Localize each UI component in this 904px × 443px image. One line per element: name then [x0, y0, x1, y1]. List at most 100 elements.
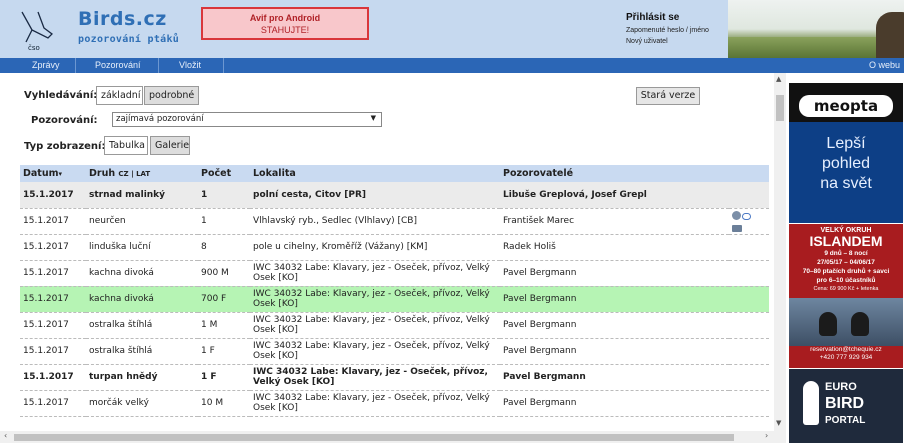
cell-species[interactable]: ostralka štíhlá [86, 312, 198, 339]
cell-count: 1 F [198, 364, 250, 391]
view-table-button[interactable]: Tabulka [104, 136, 148, 155]
table-row[interactable]: 15.1.2017 strnad malinký 1 polní cesta, Cit… [20, 182, 769, 209]
cell-observers: Pavel Bergmann [500, 338, 729, 365]
ad-eurobirdportal[interactable]: EURO BIRD PORTAL [789, 369, 903, 443]
view-type-label: Typ zobrazení: [24, 141, 106, 152]
cell-observers: Pavel Bergmann [500, 286, 729, 313]
forgot-password-link[interactable]: Zapomenuté heslo / jméno [626, 27, 709, 34]
ad-iceland-contact: reservation@tchequie.cz +420 777 929 934 [789, 346, 903, 362]
old-version-button[interactable]: Stará verze [636, 87, 700, 105]
column-header-locality[interactable]: Lokalita [250, 165, 500, 182]
ad-iceland-puffin-photo [789, 298, 903, 346]
cell-count: 10 M [198, 390, 250, 417]
nav-item-news[interactable]: Zprávy [32, 60, 60, 70]
cell-locality[interactable]: pole u cihelny, Kroměříž (Vážany) [KM] [250, 234, 500, 261]
cell-locality[interactable]: polní cesta, Citov [PR] [250, 182, 500, 209]
cell-observers: František Marec [500, 208, 729, 235]
nav-divider [75, 58, 76, 73]
cell-observers: Pavel Bergmann [500, 364, 729, 391]
meopta-slogan-line: na svět [820, 175, 872, 192]
column-header-species-label: Druh [89, 168, 116, 179]
table-row[interactable]: 15.1.2017 linduška luční 8 pole u cihelny, … [20, 234, 769, 261]
table-header-row: Datum▾ Druh CZ | LAT Počet Lokalita Pozo… [20, 165, 769, 182]
table-row[interactable]: 15.1.2017 morčák velký 10 M IWC 34032 Labe:… [20, 390, 769, 417]
cell-species[interactable]: strnad malinký [86, 182, 198, 209]
table-row[interactable]: 15.1.2017 kachna divoká 900 M IWC 34032 Lab… [20, 260, 769, 287]
ad-iceland-price: Cena: 69 900 Kč + letenka [813, 286, 879, 292]
cell-locality[interactable]: IWC 34032 Labe: Klavary, jez - Oseček, p… [250, 260, 500, 287]
table-row[interactable]: 15.1.2017 ostralka štíhlá 1 F IWC 34032 Lab… [20, 338, 769, 365]
cell-date: 15.1.2017 [20, 364, 86, 391]
column-header-species[interactable]: Druh CZ | LAT [86, 165, 198, 182]
sort-desc-icon: ▾ [58, 170, 63, 178]
cell-species[interactable]: neurčen [86, 208, 198, 235]
horizontal-scrollbar[interactable]: ‹ › [0, 431, 786, 443]
scroll-right-icon[interactable]: › [765, 431, 768, 440]
dropdown-arrow-icon: ▼ [370, 114, 376, 122]
scroll-left-icon[interactable]: ‹ [4, 431, 7, 440]
column-header-date[interactable]: Datum▾ [20, 165, 86, 182]
cell-actions [729, 312, 769, 339]
ad-iceland-tour[interactable]: VELKÝ OKRUH ISLANDEM 9 dnů – 8 nocí 27/0… [789, 224, 903, 368]
eurobird-word: EURO [825, 381, 857, 393]
observations-table-body: 15.1.2017 strnad malinký 1 polní cesta, Cit… [20, 182, 769, 417]
column-header-date-label: Datum [23, 168, 59, 179]
cell-date: 15.1.2017 [20, 208, 86, 235]
nav-item-about[interactable]: O webu [869, 60, 900, 70]
cell-date: 15.1.2017 [20, 234, 86, 261]
cell-observers: Libuše Greplová, Josef Grepl [500, 182, 729, 209]
cell-locality[interactable]: IWC 34032 Labe: Klavary, jez - Oseček, p… [250, 390, 500, 417]
cell-count: 1 [198, 182, 250, 209]
cell-date: 15.1.2017 [20, 182, 86, 209]
cell-species[interactable]: linduška luční [86, 234, 198, 261]
cell-species[interactable]: ostralka štíhlá [86, 338, 198, 365]
cell-locality[interactable]: IWC 34032 Labe: Klavary, jez - Oseček, p… [250, 364, 500, 391]
nav-divider [223, 58, 224, 73]
cell-actions [729, 390, 769, 417]
column-header-actions [729, 165, 769, 182]
cell-locality[interactable]: IWC 34032 Labe: Klavary, jez - Oseček, p… [250, 286, 500, 313]
cell-species[interactable]: kachna divoká [86, 286, 198, 313]
scrollbar-thumb[interactable] [14, 434, 734, 441]
ad-meopta[interactable]: meopta Lepší pohled na svět [789, 83, 903, 223]
avif-android-banner[interactable]: Avif pro Android STAHUJTE! [201, 7, 369, 40]
cell-count: 1 M [198, 312, 250, 339]
cell-species[interactable]: morčák velký [86, 390, 198, 417]
cell-actions [729, 364, 769, 391]
cell-species[interactable]: kachna divoká [86, 260, 198, 287]
vertical-scrollbar[interactable]: ▲ ▼ [774, 73, 786, 431]
user-icon[interactable] [732, 210, 741, 220]
site-title[interactable]: Birds.cz [78, 8, 167, 30]
nav-item-observations[interactable]: Pozorování [95, 60, 141, 70]
cell-observers: Pavel Bergmann [500, 390, 729, 417]
nav-item-insert[interactable]: Vložit [179, 60, 201, 70]
scroll-up-icon[interactable]: ▲ [776, 75, 781, 83]
table-row[interactable]: 15.1.2017 turpan hnědý 1 F IWC 34032 Labe: … [20, 364, 769, 391]
observations-filter-select[interactable]: zajímavá pozorování ▼ [112, 112, 382, 127]
tab-advanced-search[interactable]: podrobné [144, 86, 199, 105]
cell-species[interactable]: turpan hnědý [86, 364, 198, 391]
photo-icon[interactable] [732, 224, 742, 232]
species-language-toggle[interactable]: CZ | LAT [118, 170, 150, 178]
new-user-link[interactable]: Nový uživatel [626, 38, 709, 45]
nav-divider [158, 58, 159, 73]
scroll-down-icon[interactable]: ▼ [776, 419, 781, 427]
cell-locality[interactable]: Vlhlavský ryb., Sedlec (Vlhlavy) [CB] [250, 208, 500, 235]
observations-filter-label: Pozorování: [31, 115, 98, 126]
column-header-count[interactable]: Počet [198, 165, 250, 182]
login-link[interactable]: Přihlásit se [626, 12, 709, 23]
table-row[interactable]: 15.1.2017 neurčen 1 Vlhlavský ryb., Sedlec … [20, 208, 769, 235]
cell-locality[interactable]: IWC 34032 Labe: Klavary, jez - Oseček, p… [250, 312, 500, 339]
tab-basic-search[interactable]: základní [96, 86, 143, 105]
comment-icon[interactable] [742, 212, 751, 220]
table-row[interactable]: 15.1.2017 ostralka štíhlá 1 M IWC 34032 Lab… [20, 312, 769, 339]
cell-actions [729, 182, 769, 209]
ad-iceland-phone: +420 777 929 934 [819, 354, 873, 361]
table-row[interactable]: 15.1.2017 kachna divoká 700 F IWC 34032 Lab… [20, 286, 769, 313]
cell-locality[interactable]: IWC 34032 Labe: Klavary, jez - Oseček, p… [250, 338, 500, 365]
view-gallery-button[interactable]: Galerie [150, 136, 190, 155]
ad-iceland-duration: 9 dnů – 8 nocí [824, 250, 868, 257]
cell-actions [729, 338, 769, 365]
column-header-observers[interactable]: Pozorovatelé [500, 165, 729, 182]
scrollbar-thumb[interactable] [776, 95, 784, 121]
